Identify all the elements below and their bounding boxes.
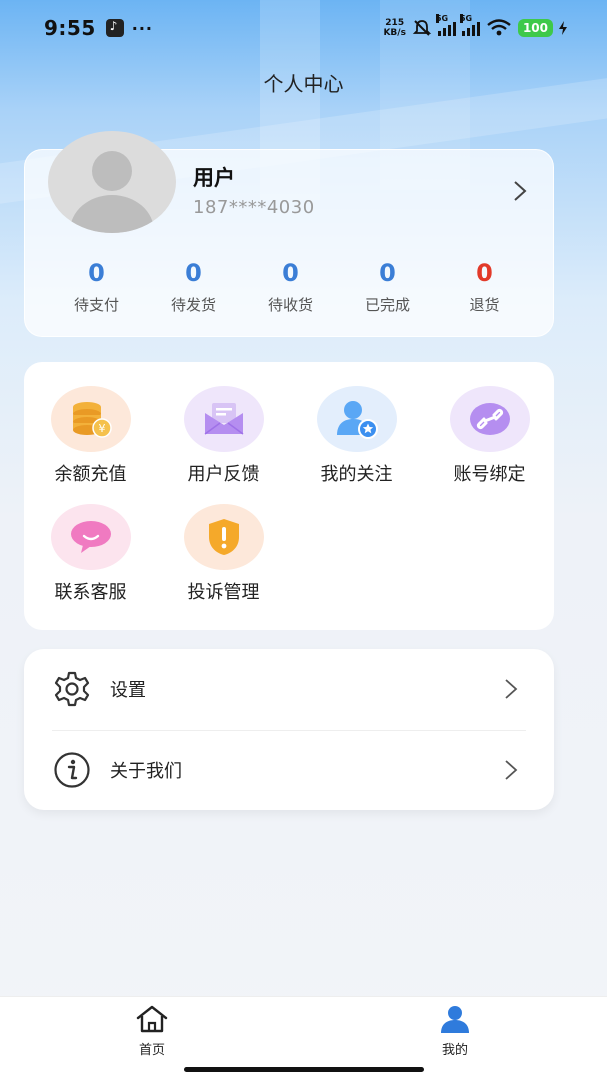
network-speed: 215 KB/s bbox=[383, 18, 406, 38]
chevron-right-icon bbox=[505, 760, 518, 780]
wifi-icon bbox=[487, 19, 511, 36]
gear-icon bbox=[52, 669, 92, 709]
home-indicator[interactable] bbox=[184, 1067, 424, 1072]
stat-refund[interactable]: 0 退货 bbox=[436, 258, 533, 315]
avatar[interactable] bbox=[48, 131, 176, 233]
stat-count: 0 bbox=[185, 259, 202, 287]
tiktok-notification-icon bbox=[105, 19, 124, 37]
about-us-label: 关于我们 bbox=[110, 761, 182, 782]
settings-row[interactable]: 设置 bbox=[52, 649, 526, 729]
settings-label: 设置 bbox=[110, 680, 146, 701]
service-label: 我的关注 bbox=[320, 464, 393, 485]
service-following[interactable]: 我的关注 bbox=[290, 386, 423, 486]
coins-icon: ¥ bbox=[50, 386, 131, 452]
more-notifications-icon: ··· bbox=[131, 18, 153, 38]
nav-home[interactable]: 首页 bbox=[112, 1005, 192, 1058]
page-title: 个人中心 bbox=[263, 72, 344, 96]
stat-completed[interactable]: 0 已完成 bbox=[339, 258, 436, 315]
stat-label: 待发货 bbox=[170, 296, 216, 314]
stat-count: 0 bbox=[379, 259, 396, 287]
services-card: ¥ 余额充值 用户反馈 我的关注 账号绑定 联系客服 投诉管理 bbox=[24, 362, 554, 630]
stat-count: 0 bbox=[88, 259, 105, 287]
service-account-binding[interactable]: 账号绑定 bbox=[423, 386, 556, 486]
signal-icon-sim1: 5G bbox=[435, 14, 456, 36]
mute-icon bbox=[412, 20, 432, 36]
service-complaints[interactable]: 投诉管理 bbox=[157, 504, 290, 604]
profile-card[interactable]: 用户 187****4030 0 待支付 0 待发货 0 待收货 0 已完成 0… bbox=[24, 131, 555, 337]
nav-label: 我的 bbox=[441, 1043, 468, 1058]
chevron-right-icon bbox=[505, 679, 518, 699]
stat-pending-payment[interactable]: 0 待支付 bbox=[48, 258, 145, 315]
order-stats: 0 待支付 0 待发货 0 待收货 0 已完成 0 退货 bbox=[25, 258, 555, 315]
charging-icon bbox=[559, 21, 567, 35]
stat-label: 已完成 bbox=[364, 296, 410, 314]
info-icon bbox=[52, 750, 92, 790]
shield-alert-icon bbox=[183, 504, 264, 570]
service-label: 账号绑定 bbox=[453, 464, 526, 485]
service-recharge[interactable]: ¥ 余额充值 bbox=[24, 386, 157, 486]
stat-count: 0 bbox=[282, 259, 299, 287]
home-icon bbox=[136, 1005, 168, 1033]
chat-bubble-icon bbox=[50, 504, 131, 570]
signal-icon-sim2: 5G bbox=[459, 14, 480, 36]
nav-label: 首页 bbox=[138, 1043, 165, 1058]
chevron-right-icon[interactable] bbox=[513, 180, 527, 202]
stat-label: 待收货 bbox=[267, 296, 313, 314]
stat-label: 待支付 bbox=[73, 296, 119, 314]
service-feedback[interactable]: 用户反馈 bbox=[157, 386, 290, 486]
battery-indicator: 100 bbox=[517, 19, 553, 37]
settings-card: 设置 关于我们 bbox=[24, 649, 554, 810]
service-label: 用户反馈 bbox=[187, 464, 260, 485]
service-label: 余额充值 bbox=[54, 464, 127, 485]
service-label: 投诉管理 bbox=[187, 582, 260, 603]
link-icon bbox=[449, 386, 530, 452]
service-customer-support[interactable]: 联系客服 bbox=[24, 504, 157, 604]
status-time: 9:55 bbox=[44, 16, 96, 40]
mail-icon bbox=[183, 386, 264, 452]
status-bar: 9:55 ··· 215 KB/s 5G 5G 100 bbox=[0, 0, 607, 56]
service-label: 联系客服 bbox=[54, 582, 127, 603]
user-icon bbox=[441, 1006, 469, 1033]
nav-mine[interactable]: 我的 bbox=[415, 1005, 495, 1058]
stat-count: 0 bbox=[476, 259, 493, 287]
stat-pending-receipt[interactable]: 0 待收货 bbox=[242, 258, 339, 315]
user-star-icon bbox=[316, 386, 397, 452]
svg-text:¥: ¥ bbox=[98, 422, 105, 435]
user-name: 用户 bbox=[193, 166, 235, 190]
about-us-row[interactable]: 关于我们 bbox=[52, 730, 526, 810]
stat-label: 退货 bbox=[469, 296, 500, 314]
stat-pending-shipment[interactable]: 0 待发货 bbox=[145, 258, 242, 315]
user-phone: 187****4030 bbox=[193, 197, 315, 218]
